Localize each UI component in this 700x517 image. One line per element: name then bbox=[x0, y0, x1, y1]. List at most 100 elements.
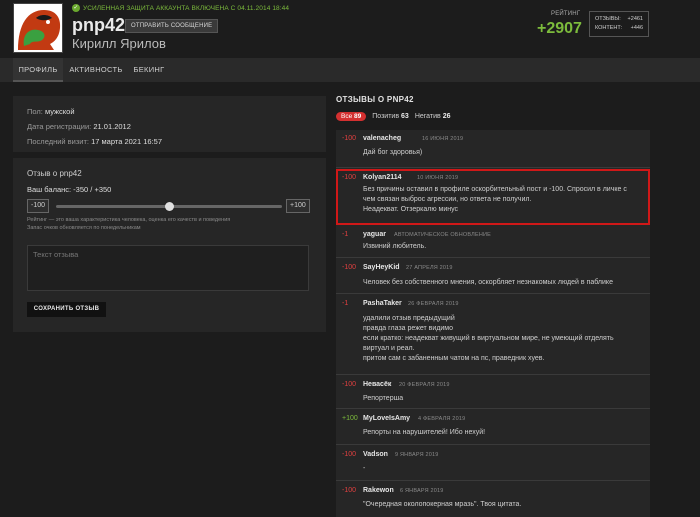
registration-row: Дата регистрации: 21.01.2012 bbox=[27, 119, 312, 134]
review-text-line: Неадекват. Отзеркалю минус bbox=[363, 206, 459, 213]
review-text-line: притом сам с забаненным чатом на пс, пра… bbox=[363, 355, 545, 362]
review-score: -100 bbox=[342, 264, 357, 271]
review-text-line: если кратко: неадекват живущий в виртуал… bbox=[363, 335, 614, 342]
review-text-line: Репортерша bbox=[363, 395, 404, 402]
review-author[interactable]: Kolyan2114 bbox=[363, 174, 402, 181]
tab-activity[interactable]: АКТИВНОСТЬ bbox=[66, 58, 126, 82]
rating-value: +2907 bbox=[537, 20, 582, 37]
tab-backing[interactable]: БЕКИНГ bbox=[128, 58, 170, 82]
registration-value: 21.01.2012 bbox=[93, 122, 131, 131]
review-text: - bbox=[363, 464, 643, 474]
review-date: 26 ФЕВРАЛЯ 2019 bbox=[408, 301, 459, 307]
stats-content-value: +446 bbox=[630, 25, 643, 31]
filter-all-count: 89 bbox=[354, 113, 362, 120]
stats-reviews: ОТЗЫВЫ: +2461 bbox=[595, 15, 643, 24]
slider-min-button[interactable]: -100 bbox=[27, 199, 50, 213]
review-item: -1 PashaTaker 26 ФЕВРАЛЯ 2019 удалили от… bbox=[336, 295, 650, 375]
username: pnp42 bbox=[72, 15, 126, 35]
rating-label: РЕЙТИНГ bbox=[551, 11, 581, 17]
review-form: Отзыв о pnp42 Ваш баланс: -350 / +350 -1… bbox=[13, 158, 326, 332]
slider-track[interactable] bbox=[56, 202, 282, 211]
profile-header: ✓ УСИЛЕННАЯ ЗАЩИТА АККАУНТА ВКЛЮЧЕНА С 0… bbox=[0, 0, 700, 58]
review-author[interactable]: Vadson bbox=[363, 451, 388, 458]
review-score: -100 bbox=[342, 174, 357, 181]
review-text-line: - bbox=[363, 465, 366, 472]
gender-value: мужской bbox=[44, 107, 75, 116]
rating-hint-line2: Запас очков обновляется по понедельникам bbox=[27, 225, 141, 231]
review-text: удалили отзыв предыдущий правда глаза ре… bbox=[363, 314, 643, 364]
review-text-input[interactable]: Текст отзыва bbox=[27, 245, 309, 291]
reviews-title: ОТЗЫВЫ О PNP42 bbox=[336, 95, 414, 104]
filter-negative[interactable]: Негатив 26 bbox=[415, 113, 451, 120]
real-name: Кирилл Ярилов bbox=[72, 36, 166, 51]
last-visit-row: Последний визит: 17 марта 2021 16:57 bbox=[27, 134, 312, 149]
gender-label: Пол: bbox=[27, 107, 43, 116]
review-date: АВТОМАТИЧЕСКОЕ ОБНОВЛЕНИЕ bbox=[394, 232, 492, 238]
filter-positive-count: 63 bbox=[401, 113, 409, 120]
review-author[interactable]: Rakewon bbox=[363, 487, 394, 494]
review-author[interactable]: Невасёк bbox=[363, 381, 391, 388]
review-item-highlighted: -100 Kolyan2114 10 ИЮНЯ 2019 Без причины… bbox=[336, 169, 650, 225]
review-score: -100 bbox=[342, 135, 357, 142]
review-score: +100 bbox=[342, 415, 358, 422]
review-text-line: виртуал и реал. bbox=[363, 345, 415, 352]
review-filters: Все 89 Позитив 63 Негатив 26 bbox=[336, 110, 450, 123]
send-message-button[interactable]: ОТПРАВИТЬ СООБЩЕНИЕ bbox=[125, 19, 219, 33]
review-text-line: удалили отзыв предыдущий bbox=[363, 315, 455, 322]
review-text: Человек без собственного мнения, оскорбл… bbox=[363, 278, 643, 288]
review-text: Дай бог здоровья) bbox=[363, 148, 643, 158]
review-text-line: Дай бог здоровья) bbox=[363, 149, 423, 156]
review-item: -100 Vadson 9 ЯНВАРЯ 2019 - bbox=[336, 446, 650, 481]
review-author[interactable]: PashaTaker bbox=[363, 300, 402, 307]
security-note-text: УСИЛЕННАЯ ЗАЩИТА АККАУНТА ВКЛЮЧЕНА С 04.… bbox=[83, 4, 290, 12]
review-text-line: "Очередная околопокерная мразь". Твоя ци… bbox=[363, 501, 522, 508]
review-item: -100 SayHeyKid 27 АПРЕЛЯ 2019 Человек бе… bbox=[336, 259, 650, 294]
stats-reviews-value: +2461 bbox=[627, 16, 643, 22]
review-date: 4 ФЕВРАЛЯ 2019 bbox=[418, 416, 466, 422]
review-author[interactable]: valenacheg bbox=[363, 135, 401, 142]
last-visit-value: 17 марта 2021 16:57 bbox=[91, 137, 162, 146]
filter-positive-label: Позитив bbox=[372, 113, 400, 120]
rating-hint-line1: Рейтинг — это ваша характеристика челове… bbox=[27, 217, 231, 223]
review-score: -1 bbox=[342, 300, 349, 307]
review-author[interactable]: MyLoveIsAmy bbox=[363, 415, 410, 422]
stats-reviews-label: ОТЗЫВЫ: bbox=[595, 16, 621, 22]
slider-max-button[interactable]: +100 bbox=[286, 199, 310, 213]
rating-slider: -100 +100 bbox=[27, 199, 312, 213]
profile-tabs: ПРОФИЛЬ АКТИВНОСТЬ БЕКИНГ bbox=[0, 58, 700, 82]
review-text-line: чем связан выброс агрессии, но ответа не… bbox=[363, 196, 532, 203]
security-note: ✓ УСИЛЕННАЯ ЗАЩИТА АККАУНТА ВКЛЮЧЕНА С 0… bbox=[72, 4, 289, 12]
review-text: "Очередная околопокерная мразь". Твоя ци… bbox=[363, 500, 643, 510]
review-text: Репорты на нарушителей! Ибо нехуй! bbox=[363, 428, 643, 438]
review-date: 10 ИЮНЯ 2019 bbox=[417, 175, 459, 181]
review-form-title: Отзыв о pnp42 bbox=[27, 169, 82, 178]
review-text-line: Извиний любитель. bbox=[363, 243, 427, 250]
review-author[interactable]: yaguar bbox=[363, 231, 386, 238]
filter-positive[interactable]: Позитив 63 bbox=[372, 113, 409, 120]
avatar-image bbox=[14, 4, 62, 52]
review-date: 16 ИЮНЯ 2019 bbox=[422, 136, 464, 142]
review-item: -1 yaguar АВТОМАТИЧЕСКОЕ ОБНОВЛЕНИЕ Изви… bbox=[336, 226, 650, 258]
review-text-line: правда глаза режет видимо bbox=[363, 325, 454, 332]
review-item: -100 Rakewon 6 ЯНВАРЯ 2019 "Очередная ок… bbox=[336, 482, 650, 517]
filter-negative-label: Негатив bbox=[414, 113, 441, 120]
review-text: Без причины оставил в профиле оскорбител… bbox=[363, 185, 643, 215]
balance: Ваш баланс: -350 / +350 bbox=[27, 185, 112, 194]
review-score: -100 bbox=[342, 451, 357, 458]
slider-thumb[interactable] bbox=[164, 202, 174, 211]
registration-label: Дата регистрации: bbox=[27, 122, 92, 131]
review-text-line: Без причины оставил в профиле оскорбител… bbox=[363, 186, 627, 193]
tab-profile[interactable]: ПРОФИЛЬ bbox=[13, 58, 63, 82]
review-date: 20 ФЕВРАЛЯ 2019 bbox=[399, 382, 450, 388]
filter-all[interactable]: Все 89 bbox=[336, 112, 367, 121]
review-date: 27 АПРЕЛЯ 2019 bbox=[406, 265, 453, 271]
avatar[interactable] bbox=[13, 3, 63, 53]
stats-content-label: КОНТЕНТ: bbox=[595, 25, 623, 31]
review-author[interactable]: SayHeyKid bbox=[363, 264, 400, 271]
save-review-button[interactable]: СОХРАНИТЬ ОТЗЫВ bbox=[27, 302, 106, 317]
review-date: 6 ЯНВАРЯ 2019 bbox=[400, 488, 444, 494]
stats-box: ОТЗЫВЫ: +2461 КОНТЕНТ: +446 bbox=[589, 11, 649, 37]
stats-content: КОНТЕНТ: +446 bbox=[595, 24, 643, 33]
filter-all-label: Все bbox=[341, 113, 353, 120]
last-visit-label: Последний визит: bbox=[27, 137, 89, 146]
